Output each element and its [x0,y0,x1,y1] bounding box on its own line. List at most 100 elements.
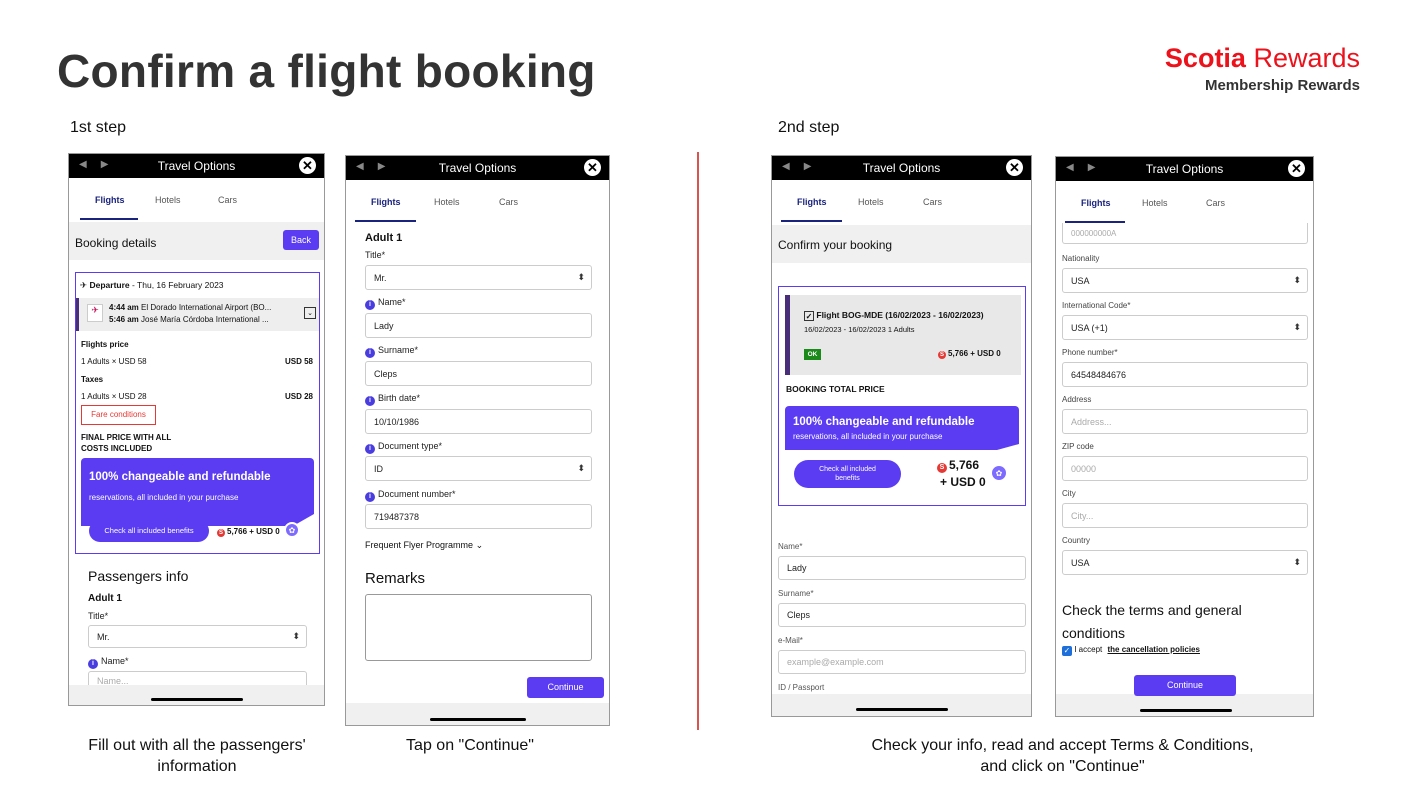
benefits-line-1: Check all included [819,466,876,473]
check-benefits-button[interactable]: Check all included benefits [89,520,209,542]
tab-underline [355,220,416,222]
promo-subtitle: reservations, all included in your purch… [89,493,239,502]
tab-flights[interactable]: Flights [797,197,827,207]
city-label: City [1062,489,1076,498]
caption-step-2: Check your info, read and accept Terms &… [820,735,1305,777]
surname-input[interactable]: Cleps [365,361,592,386]
birth-date-input[interactable]: 10/10/1986 [365,409,592,434]
ok-badge: OK [804,349,821,360]
tab-underline [80,218,138,220]
accept-label: I accept [1074,645,1103,654]
nationality-select[interactable]: USA [1062,268,1308,293]
tab-bar: Flights Hotels Cars [772,180,1031,224]
email-input[interactable]: example@example.com [778,650,1026,674]
remarks-textarea[interactable] [365,594,592,661]
caption-step-1b: Tap on "Continue" [406,737,534,754]
flights-price-label: Flights price [81,340,129,349]
chevron-down-icon[interactable]: ⌄ [304,307,316,319]
close-icon[interactable]: ✕ [299,157,316,174]
home-indicator [151,698,243,701]
info-icon: i [365,492,375,502]
tab-underline [781,220,842,222]
intl-code-select[interactable]: USA (+1) [1062,315,1308,340]
gift-icon[interactable]: ✿ [990,464,1008,482]
flight-line: Flight BOG-MDE (16/02/2023 - 16/02/2023) [816,310,984,320]
phone-screen-contact-terms: ◀▶ Travel Options ✕ Flights Hotels Cars … [1055,156,1314,717]
promo-banner: 100% changeable and refundable reservati… [785,406,1019,498]
step-2-label: 2nd step [778,119,840,136]
cancellation-policies-link[interactable]: the cancellation policies [1107,645,1199,654]
title-select[interactable]: Mr. [88,625,307,648]
caption-step-2-line-2: and click on "Continue" [980,758,1145,775]
flights-price-value: USD 58 [284,357,313,366]
tab-flights[interactable]: Flights [371,197,401,207]
check-benefits-button[interactable]: Check all included benefits [794,460,901,488]
document-number-label: i Document number* [365,489,456,502]
name-input[interactable]: Lady [365,313,592,338]
tab-bar: Flights Hotels Cars [1056,181,1313,227]
nationality-label: Nationality [1062,254,1100,263]
country-select[interactable]: USA [1062,550,1308,575]
booking-details-title: Booking details [75,236,157,250]
document-number-input[interactable]: 719487378 [365,504,592,529]
close-icon[interactable]: ✕ [584,159,601,176]
title-label: Title* [365,250,386,260]
final-price-label-2: COSTS INCLUDED [81,444,153,453]
home-area [69,685,324,705]
tab-hotels[interactable]: Hotels [434,197,460,207]
city-input[interactable]: City... [1062,503,1308,528]
continue-button[interactable]: Continue [527,677,604,698]
continue-button[interactable]: Continue [1134,675,1236,696]
address-input[interactable]: Address... [1062,409,1308,434]
info-icon: i [365,300,375,310]
passengers-info-title: Passengers info [88,568,189,584]
name-input[interactable]: Lady [778,556,1026,580]
flights-price-line: 1 Adults × USD 58 [81,357,147,366]
fare-conditions-button[interactable]: Fare conditions [81,405,156,425]
departure-date: - Thu, 16 February 2023 [129,280,224,290]
tab-cars[interactable]: Cars [218,195,237,205]
surname-input[interactable]: Cleps [778,603,1026,627]
tab-cars[interactable]: Cars [1206,198,1225,208]
tab-cars[interactable]: Cars [923,197,942,207]
points-icon: S [937,463,947,473]
step-divider [697,152,699,730]
slide-title: Confirm a flight booking [57,45,596,97]
tab-hotels[interactable]: Hotels [1142,198,1168,208]
arr-place: José María Córdoba International ... [138,315,269,324]
brand-subtitle: Membership Rewards [1204,77,1360,94]
tab-hotels[interactable]: Hotels [155,195,181,205]
caption-step-1: Fill out with all the passengers' inform… [88,737,306,775]
tab-flights[interactable]: Flights [1081,198,1111,208]
home-indicator [1140,709,1232,712]
caption-step-2-line-1: Check your info, read and accept Terms &… [871,737,1254,754]
tab-hotels[interactable]: Hotels [858,197,884,207]
accept-checkbox[interactable]: ✓ [1062,646,1072,656]
phone-input[interactable]: 64548484676 [1062,362,1308,387]
frequent-flyer-toggle[interactable]: Frequent Flyer Programme ⌄ [365,540,483,551]
zip-input[interactable]: 00000 [1062,456,1308,481]
title-select[interactable]: Mr. [365,265,592,290]
back-button[interactable]: Back [283,230,319,250]
tab-cars[interactable]: Cars [499,197,518,207]
intl-code-label: International Code* [1062,301,1131,310]
tab-flights[interactable]: Flights [95,195,125,205]
flight-segment[interactable]: ✈ 4:44 am El Dorado International Airpor… [76,298,319,331]
taxes-value: USD 28 [284,392,313,401]
big-price-points: 5,766 [949,458,980,472]
email-label: e-Mail* [778,636,803,645]
home-indicator [856,708,948,711]
taxes-line: 1 Adults × USD 28 [81,392,147,401]
name-label: Name* [778,542,803,551]
flight-summary: ✓ Flight BOG-MDE (16/02/2023 - 16/02/202… [785,295,1021,375]
gift-icon[interactable]: ✿ [284,522,300,538]
document-type-select[interactable]: ID [365,456,592,481]
close-icon[interactable]: ✕ [1288,160,1305,177]
flight-price: 5,766 + USD 0 [948,349,1001,358]
booking-details-bar: Booking details Back [69,222,324,260]
adult-label: Adult 1 [365,232,403,244]
step-1-label: 1st step [70,119,127,136]
checkbox-icon[interactable]: ✓ [804,311,814,321]
id-passport-input[interactable]: 000000000A [1062,223,1308,244]
close-icon[interactable]: ✕ [1006,159,1023,176]
